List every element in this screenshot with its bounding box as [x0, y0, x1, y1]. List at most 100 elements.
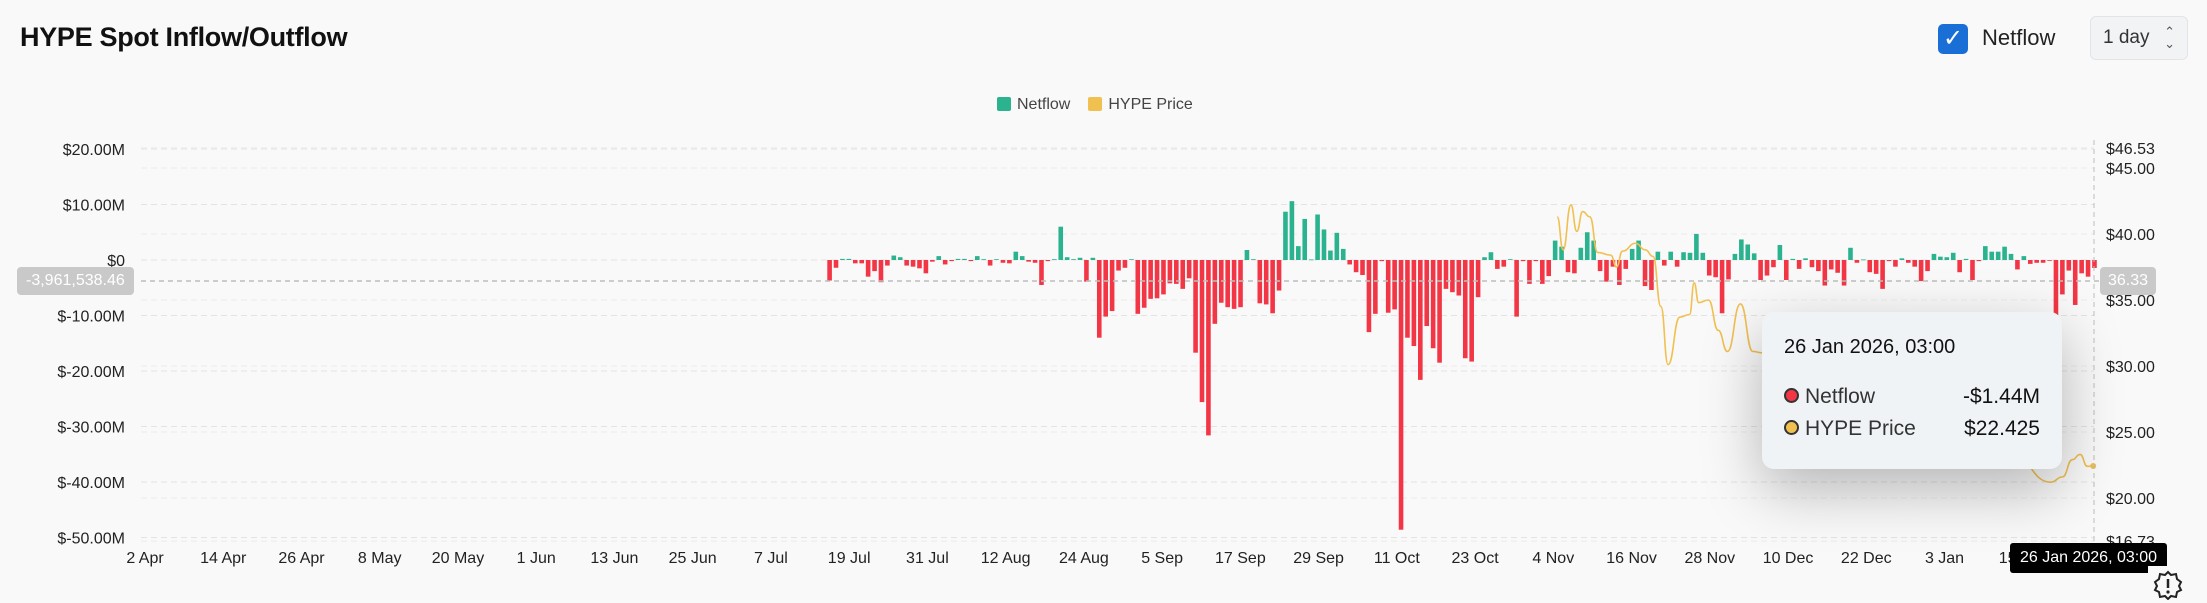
netflow-bar: [1019, 256, 1025, 260]
netflow-bar: [1706, 260, 1712, 276]
netflow-bar: [1000, 260, 1006, 263]
netflow-bar: [1880, 260, 1885, 289]
netflow-bar: [1424, 260, 1430, 327]
netflow-bar: [1905, 260, 1911, 263]
netflow-bar: [1604, 260, 1609, 282]
netflow-bar: [1873, 260, 1879, 274]
netflow-bar: [1392, 260, 1397, 310]
netflow-bar: [859, 260, 865, 264]
x-tick-label: 22 Dec: [1841, 550, 1892, 567]
netflow-bar: [1816, 260, 1821, 272]
netflow-bar: [962, 258, 967, 260]
netflow-bar: [1340, 248, 1346, 260]
netflow-bar: [1867, 260, 1873, 273]
netflow-bar: [1302, 218, 1308, 260]
x-tick-label: 3 Jan: [1925, 550, 1964, 567]
price-point: [2090, 462, 2097, 469]
x-tick-label: 31 Jul: [906, 550, 949, 567]
netflow-bar: [1970, 260, 1975, 280]
netflow-bar: [974, 256, 980, 260]
netflow-bar: [1270, 260, 1275, 314]
netflow-bar: [1334, 232, 1340, 260]
x-tick-label: 24 Aug: [1059, 550, 1109, 567]
netflow-bar: [1469, 260, 1474, 362]
netflow-bar: [1385, 260, 1391, 313]
x-tick-label: 25 Jun: [669, 550, 717, 567]
netflow-bar: [1122, 260, 1128, 268]
netflow-bar: [1507, 259, 1513, 260]
netflow-bar: [878, 260, 884, 283]
netflow-bar: [923, 260, 929, 274]
netflow-bar: [1559, 246, 1564, 260]
x-tick-label: 1 Jun: [517, 550, 556, 567]
netflow-bar: [1167, 260, 1173, 284]
tooltip: 26 Jan 2026, 03:00 Netflow -$1.44M HYPE …: [1762, 312, 2062, 469]
netflow-bar: [1584, 232, 1590, 260]
y-right-tick-label: $40.00: [2106, 227, 2155, 244]
y-left-tick-label: $10.00M: [63, 198, 125, 215]
netflow-bar: [1848, 247, 1853, 260]
netflow-bar: [1995, 251, 2001, 260]
netflow-bar: [1475, 260, 1481, 298]
x-tick-label: 14 Apr: [200, 550, 247, 567]
netflow-bar: [1783, 260, 1789, 280]
netflow-bar: [1739, 239, 1744, 260]
netflow-bar: [1071, 259, 1076, 260]
netflow-bar: [2060, 260, 2065, 295]
netflow-bar: [1129, 259, 1134, 260]
netflow-bar: [833, 260, 839, 268]
netflow-bar: [1629, 248, 1635, 260]
netflow-bar: [872, 260, 877, 272]
netflow-bar: [1180, 260, 1186, 289]
netflow-bar: [2027, 260, 2033, 264]
netflow-bar: [1328, 250, 1333, 260]
netflow-bar: [1687, 252, 1693, 260]
netflow-bar: [1944, 257, 1950, 260]
netflow-bar: [1649, 260, 1654, 290]
plot-area[interactable]: $20.00M$10.00M$0$-10.00M$-20.00M$-30.00M…: [0, 0, 2207, 603]
netflow-bar: [1430, 260, 1436, 349]
netflow-bar: [1238, 260, 1243, 308]
tooltip-value: -$1.44M: [1962, 385, 2040, 408]
tooltip-label: Netflow: [1805, 385, 1876, 408]
warning-badge-icon[interactable]: [2148, 566, 2188, 603]
netflow-bar: [1854, 260, 1860, 263]
netflow-bar: [1700, 252, 1706, 260]
tooltip-date: 26 Jan 2026, 03:00: [1784, 336, 1956, 358]
netflow-bar: [1950, 252, 1956, 260]
netflow-bar: [1989, 251, 1995, 260]
netflow-bar: [1488, 252, 1494, 260]
netflow-bar: [827, 260, 832, 281]
netflow-bar: [1315, 214, 1320, 260]
netflow-bar: [1462, 260, 1468, 359]
netflow-bar: [885, 260, 890, 266]
x-tick-label: 2 Apr: [126, 550, 164, 567]
netflow-bar: [1437, 260, 1442, 363]
netflow-bar: [1546, 260, 1552, 277]
netflow-bar: [1321, 229, 1327, 260]
x-tick-label: 26 Apr: [278, 550, 325, 567]
netflow-bar: [1719, 260, 1725, 314]
netflow-bar: [1212, 260, 1218, 324]
netflow-bar: [1116, 260, 1121, 271]
netflow-bar: [1161, 260, 1166, 295]
netflow-bar: [1796, 260, 1802, 269]
netflow-bar: [1283, 211, 1288, 260]
netflow-bar: [2053, 260, 2059, 316]
tooltip-label: HYPE Price: [1805, 417, 1916, 440]
x-tick-label: 17 Sep: [1215, 550, 1266, 567]
netflow-bar: [1096, 260, 1102, 338]
netflow-bar: [1893, 260, 1898, 267]
netflow-bar: [2034, 260, 2039, 263]
netflow-bar: [936, 256, 942, 260]
netflow-bar: [1495, 260, 1500, 269]
netflow-bar: [1007, 260, 1012, 264]
netflow-bar: [1713, 260, 1718, 278]
tooltip-value: $22.425: [1964, 417, 2040, 440]
x-tick-label: 4 Nov: [1532, 550, 1574, 567]
y-left-tick-label: $-10.00M: [57, 309, 125, 326]
crosshair-right-label: 36.33: [2100, 267, 2157, 295]
chart-panel: HYPE Spot Inflow/Outflow ✓ Netflow 1 day…: [0, 0, 2207, 603]
netflow-bar: [1450, 260, 1455, 293]
netflow-bar: [1565, 260, 1571, 273]
